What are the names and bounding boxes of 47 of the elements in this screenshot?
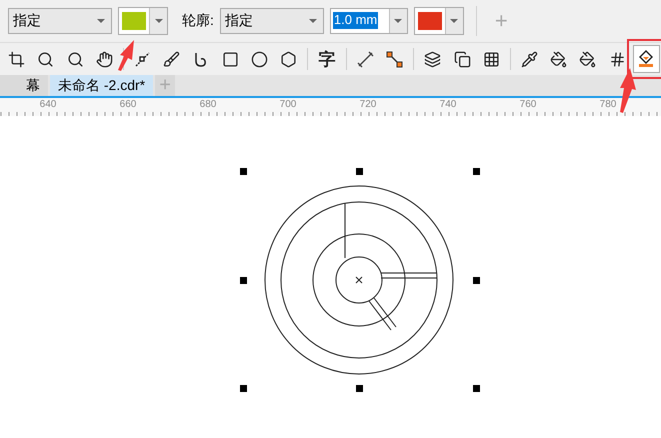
rectangle-icon [222,50,239,68]
search-icon [66,50,84,68]
selection-handle[interactable] [240,168,247,175]
ruler-label: 780 [600,99,616,110]
selection-handle[interactable] [356,168,363,175]
selection-handle[interactable] [240,277,247,284]
outline-width-field[interactable]: 1.0 mm [330,8,408,34]
paint-bucket-icon [579,50,596,68]
ruler-label: 660 [120,99,136,110]
fill-dropdown[interactable]: 指定 [8,8,112,34]
arrow-annotation [118,40,134,71]
blend-icon [424,50,442,68]
ruler-label: 700 [280,99,296,110]
ruler-label: 760 [520,99,536,110]
selection-handle[interactable] [356,385,363,392]
tool-button[interactable]: 字 [313,45,341,73]
paint-bucket-icon [550,50,568,68]
search-icon [37,50,54,68]
ellipse-icon [251,50,268,68]
grid-icon [608,50,626,68]
crop-icon [8,50,26,68]
text-tool-glyph: 字 [318,48,336,70]
selection-handle[interactable] [473,385,480,392]
line-icon [134,50,152,68]
hexagon-icon [280,50,298,68]
outline-color-picker[interactable] [414,7,464,35]
connector-icon [386,50,404,68]
arrow-annotation [620,68,636,113]
ruler-label: 740 [440,99,456,110]
smart-fill-icon [637,50,656,68]
outline-dropdown[interactable]: 指定 [220,8,324,34]
ruler-label: 720 [360,99,376,110]
selection-handle[interactable] [473,277,480,284]
fill-color-picker[interactable] [118,7,168,35]
drop-shadow-icon [454,50,470,68]
eyedropper-icon [520,50,538,68]
document-tab[interactable]: 未命名 -2.cdr* [50,75,154,96]
outline-label: 轮廓: [182,12,214,30]
selection-handle[interactable] [240,385,247,392]
selection-handle[interactable] [473,168,480,175]
hand-icon [96,50,113,68]
dimension-line-icon [356,50,374,68]
brush-icon [163,50,180,68]
checkerboard-icon [482,50,500,68]
ruler-label: 680 [200,99,216,110]
document-tab[interactable]: 幕 [0,75,48,96]
ruler-label: 640 [40,99,56,110]
